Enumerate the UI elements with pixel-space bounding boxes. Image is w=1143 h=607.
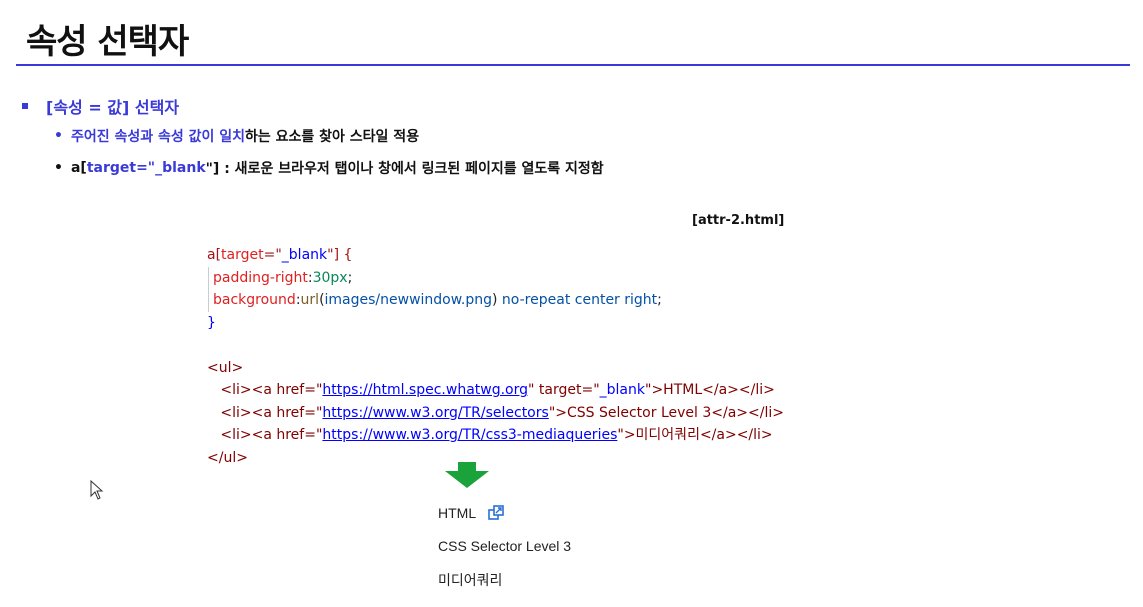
bullet2-highlight: 주어진 속성과 속성 값이 일치 — [70, 129, 246, 145]
dot-bullet-icon: • — [54, 128, 63, 144]
result-link-css-selector[interactable]: CSS Selector Level 3 — [438, 538, 571, 554]
code-line: <li><a href="https://html.spec.whatwg.or… — [220, 382, 775, 398]
code-line: padding-right:30px; — [208, 266, 784, 289]
code-line: </ul> — [207, 449, 248, 466]
mouse-cursor-icon — [90, 480, 104, 500]
code-line: <ul> — [207, 359, 244, 376]
code-block: a[target="_blank"] { padding-right:30px;… — [207, 244, 784, 469]
bullet3-text: "] : 새로운 브라우저 탭이나 창에서 링크된 페이지를 열도록 지정함 — [205, 161, 604, 177]
down-arrow-icon — [445, 462, 489, 488]
new-window-icon — [488, 505, 504, 520]
bullet3-highlight: target="_blank — [86, 160, 206, 176]
code-line: <li><a href="https://www.w3.org/TR/selec… — [220, 404, 784, 421]
title-divider — [16, 64, 1130, 66]
bullet-level1: [속성 = 값] 선택자 — [22, 94, 179, 118]
code-line: <li><a href="https://www.w3.org/TR/css3-… — [220, 427, 773, 443]
code-line: a[target="_blank"] { — [207, 247, 353, 263]
result-link-html[interactable]: HTML — [438, 505, 504, 521]
bullet-level2-match: • 주어진 속성과 속성 값이 일치 하는 요소를 찾아 스타일 적용 — [54, 126, 419, 146]
result-link-html-label[interactable]: HTML — [438, 505, 476, 521]
dot-bullet-icon: • — [54, 160, 63, 176]
page-title: 속성 선택자 — [26, 22, 189, 62]
bullet-level1-text: [속성 = 값] 선택자 — [46, 98, 180, 117]
square-bullet-icon — [22, 103, 28, 109]
bullet2-text: 하는 요소를 찾아 스타일 적용 — [245, 129, 420, 145]
file-name-label: [attr-2.html] — [692, 213, 785, 228]
bullet-level2-target: • a[ target="_blank "] : 새로운 브라우저 탭이나 창에… — [54, 158, 604, 178]
code-line: background:url(images/newwindow.png) no-… — [208, 289, 784, 312]
result-link-mediaqueries[interactable]: 미디어쿼리 — [438, 570, 502, 590]
bullet3-prefix: a[ — [70, 160, 87, 176]
code-line: } — [207, 314, 216, 331]
